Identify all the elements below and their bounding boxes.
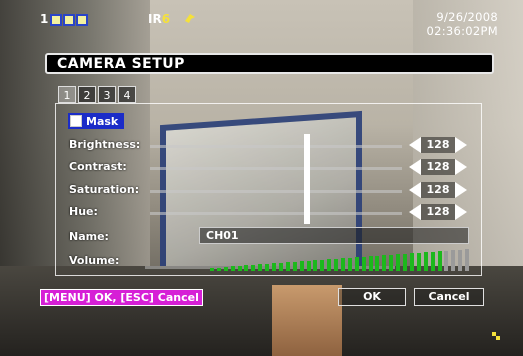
page-title: CAMERA SETUP [57, 56, 185, 72]
volume-bar [423, 252, 428, 271]
volume-bar [382, 255, 387, 271]
saturation-label: Saturation: [69, 183, 140, 196]
hue-slider-track[interactable] [150, 212, 402, 215]
volume-bar [396, 254, 401, 271]
volume-bar [210, 268, 214, 271]
status-corner-icon [492, 332, 500, 340]
volume-bar [389, 254, 394, 271]
increase-arrow-icon[interactable] [455, 137, 467, 153]
hue-label: Hue: [69, 205, 98, 218]
hue-stepper: 128 [409, 204, 467, 220]
decrease-arrow-icon[interactable] [409, 159, 421, 175]
volume-bar [368, 256, 373, 271]
volume-bar [313, 260, 318, 271]
mask-checkbox[interactable]: Mask [68, 113, 125, 129]
contrast-stepper: 128 [409, 159, 467, 175]
volume-bar [237, 265, 242, 271]
volume-bar [285, 262, 290, 271]
volume-bar [416, 252, 421, 271]
brightness-slider-thumb[interactable] [304, 134, 310, 157]
contrast-label: Contrast: [69, 160, 127, 173]
saturation-slider-track[interactable] [150, 190, 402, 193]
tab-4[interactable]: 4 [118, 86, 136, 103]
volume-bar [320, 259, 325, 271]
decrease-arrow-icon[interactable] [409, 204, 421, 220]
volume-bar [334, 258, 339, 271]
volume-bar [292, 261, 297, 271]
contrast-value: 128 [421, 159, 455, 175]
floor [0, 266, 523, 356]
key-hint: [MENU] OK, [ESC] Cancel [40, 289, 203, 306]
tab-3[interactable]: 3 [98, 86, 116, 103]
volume-bar [444, 250, 449, 271]
channel-square-icon [76, 13, 89, 26]
volume-label: Volume: [69, 254, 120, 267]
volume-bar [409, 253, 414, 271]
volume-bar [278, 262, 283, 271]
camera-tabs: 1 2 3 4 [58, 86, 136, 103]
camera-indicator: 1 [40, 12, 89, 26]
volume-bar [465, 249, 470, 271]
name-input[interactable]: CH01 [199, 227, 469, 244]
ir-indicator: IR6 [148, 12, 170, 26]
saturation-stepper: 128 [409, 182, 467, 198]
volume-bar [354, 257, 359, 271]
ir-label: IR [148, 12, 162, 26]
hue-value: 128 [421, 204, 455, 220]
channel-square-icon [63, 13, 76, 26]
brightness-value: 128 [421, 137, 455, 153]
volume-bar [244, 265, 249, 271]
tab-2[interactable]: 2 [78, 86, 96, 103]
cardboard-box [272, 285, 342, 356]
hue-slider-thumb[interactable] [304, 201, 310, 224]
increase-arrow-icon[interactable] [455, 159, 467, 175]
volume-bar [299, 261, 304, 271]
volume-bar [306, 260, 311, 271]
channel-square-icon [50, 13, 63, 26]
volume-bar [258, 264, 263, 271]
volume-bar [403, 253, 408, 271]
brightness-label: Brightness: [69, 138, 141, 151]
increase-arrow-icon[interactable] [455, 182, 467, 198]
brightness-stepper: 128 [409, 137, 467, 153]
audio-icon [185, 14, 195, 23]
date-text: 9/26/2008 [436, 10, 498, 24]
volume-bar [216, 267, 221, 271]
increase-arrow-icon[interactable] [455, 204, 467, 220]
volume-bar [347, 257, 352, 271]
mask-label: Mask [86, 114, 119, 128]
volume-bar [272, 263, 277, 271]
ir-value: 6 [161, 12, 171, 26]
volume-bar [361, 256, 366, 271]
volume-bar [375, 255, 380, 271]
decrease-arrow-icon[interactable] [409, 137, 421, 153]
volume-bar [341, 258, 345, 271]
name-label: Name: [69, 230, 109, 243]
checkbox-icon[interactable] [70, 115, 82, 127]
saturation-slider-thumb[interactable] [304, 179, 310, 202]
time-text: 02:36:02PM [426, 24, 498, 38]
volume-bar [458, 249, 463, 271]
volume-bar [223, 266, 228, 271]
tab-1[interactable]: 1 [58, 86, 76, 103]
decrease-arrow-icon[interactable] [409, 182, 421, 198]
brightness-slider-track[interactable] [150, 145, 402, 148]
volume-bar [430, 251, 435, 271]
contrast-slider-track[interactable] [150, 167, 402, 170]
volume-bar [437, 251, 442, 271]
datetime: 9/26/2008 02:36:02PM [426, 10, 498, 38]
volume-level-meter[interactable] [210, 249, 472, 271]
ok-button[interactable]: OK [338, 288, 406, 306]
volume-bar [265, 263, 270, 271]
camera-number: 1 [40, 12, 49, 26]
volume-bar [251, 264, 256, 271]
saturation-value: 128 [421, 182, 455, 198]
contrast-slider-thumb[interactable] [304, 156, 310, 179]
title-bar: CAMERA SETUP [45, 53, 494, 74]
cancel-button[interactable]: Cancel [414, 288, 484, 306]
volume-bar [230, 266, 235, 271]
volume-bar [327, 259, 332, 271]
volume-bar [451, 250, 456, 271]
